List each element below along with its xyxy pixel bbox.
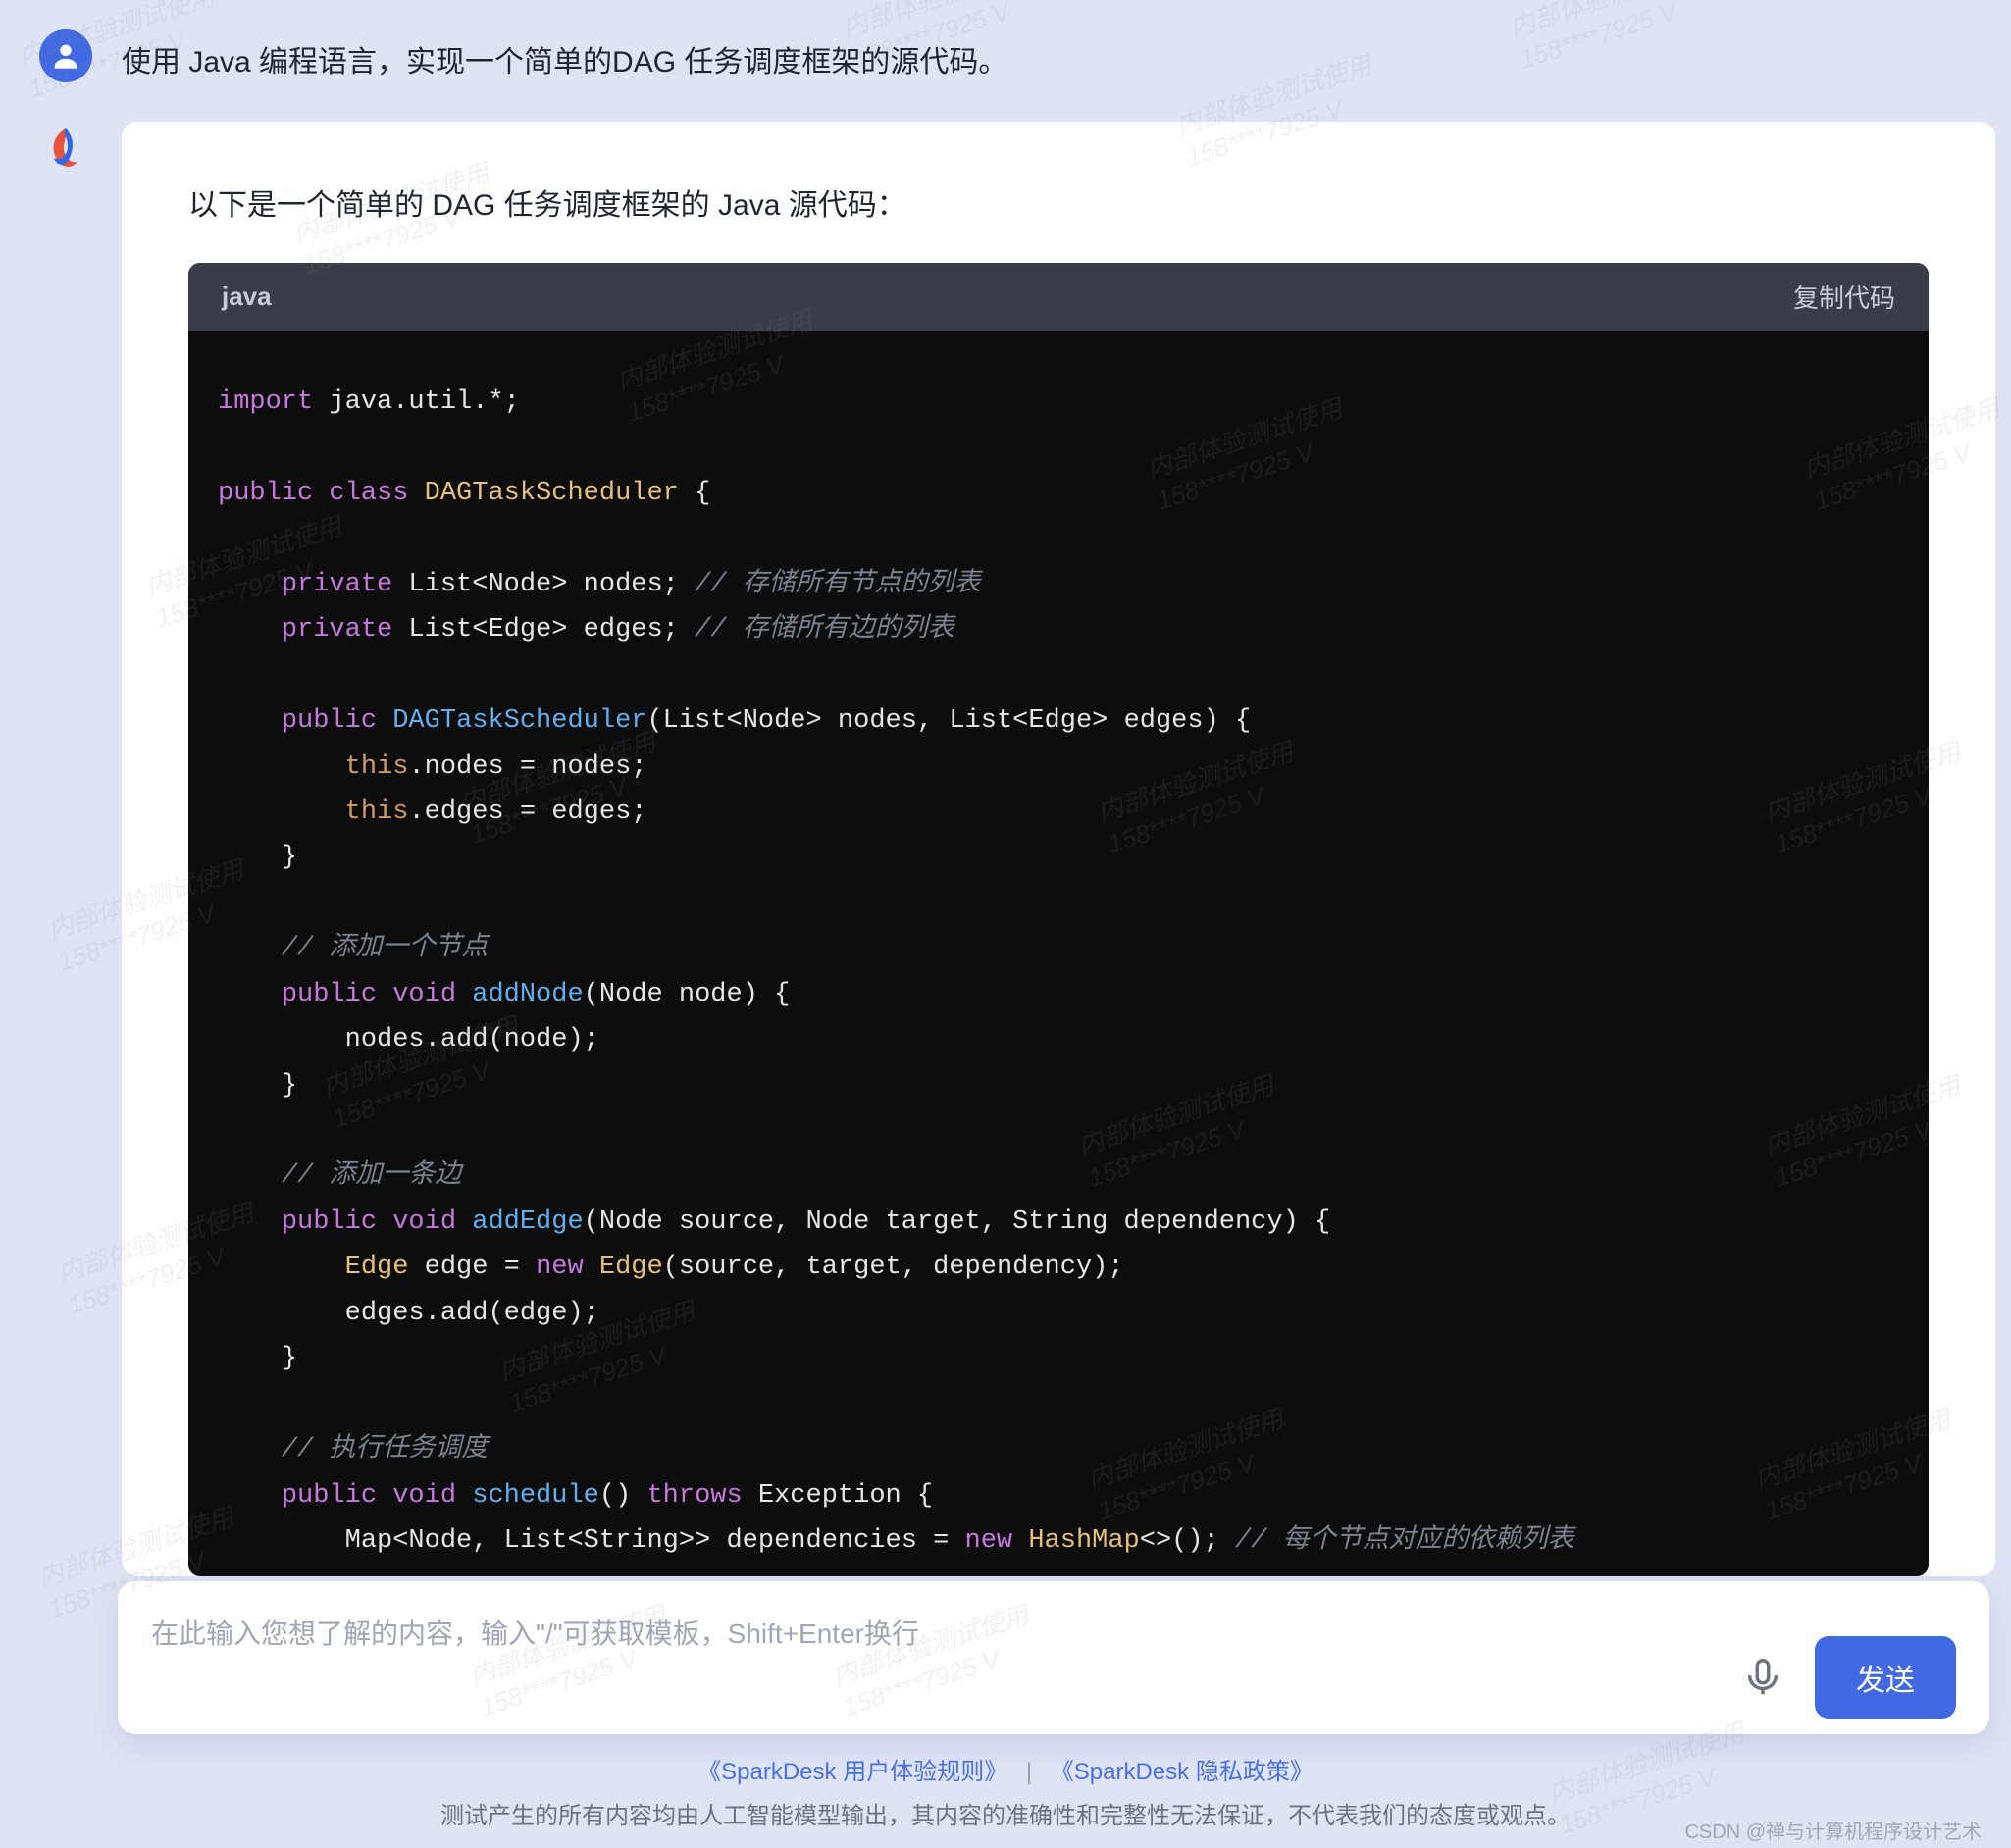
send-button[interactable]: 发送 — [1815, 1636, 1956, 1719]
user-avatar — [39, 29, 92, 82]
assistant-avatar — [39, 122, 92, 175]
microphone-icon[interactable] — [1740, 1655, 1785, 1700]
code-language-label: java — [222, 282, 272, 312]
input-bar[interactable]: 在此输入您想了解的内容，输入"/"可获取模板，Shift+Enter换行 发送 — [118, 1581, 1989, 1734]
footer-links: 《SparkDesk 用户体验规则》 | 《SparkDesk 隐私政策》 — [0, 1752, 2011, 1786]
input-placeholder[interactable]: 在此输入您想了解的内容，输入"/"可获取模板，Shift+Enter换行 — [151, 1613, 1740, 1652]
assistant-message-row: 以下是一个简单的 DAG 任务调度框架的 Java 源代码： java 复制代码… — [39, 122, 2011, 1576]
user-message-text: 使用 Java 编程语言，实现一个简单的DAG 任务调度框架的源代码。 — [122, 29, 1007, 80]
csdn-watermark: CSDN @禅与计算机程序设计艺术 — [1684, 1816, 1982, 1844]
assistant-intro-text: 以下是一个简单的 DAG 任务调度框架的 Java 源代码： — [188, 180, 1929, 224]
code-body[interactable]: import java.util.*; public class DAGTask… — [188, 331, 1929, 1576]
user-message-row: 使用 Java 编程语言，实现一个简单的DAG 任务调度框架的源代码。 — [39, 29, 2011, 82]
code-block: java 复制代码 import java.util.*; public cla… — [188, 263, 1929, 1576]
code-header: java 复制代码 — [188, 263, 1929, 331]
footer-separator: | — [1026, 1759, 1032, 1785]
footer-link-privacy[interactable]: 《SparkDesk 隐私政策》 — [1051, 1759, 1314, 1785]
assistant-card: 以下是一个简单的 DAG 任务调度框架的 Java 源代码： java 复制代码… — [122, 122, 1995, 1576]
footer-link-rules[interactable]: 《SparkDesk 用户体验规则》 — [697, 1759, 1007, 1785]
copy-code-button[interactable]: 复制代码 — [1793, 279, 1895, 315]
